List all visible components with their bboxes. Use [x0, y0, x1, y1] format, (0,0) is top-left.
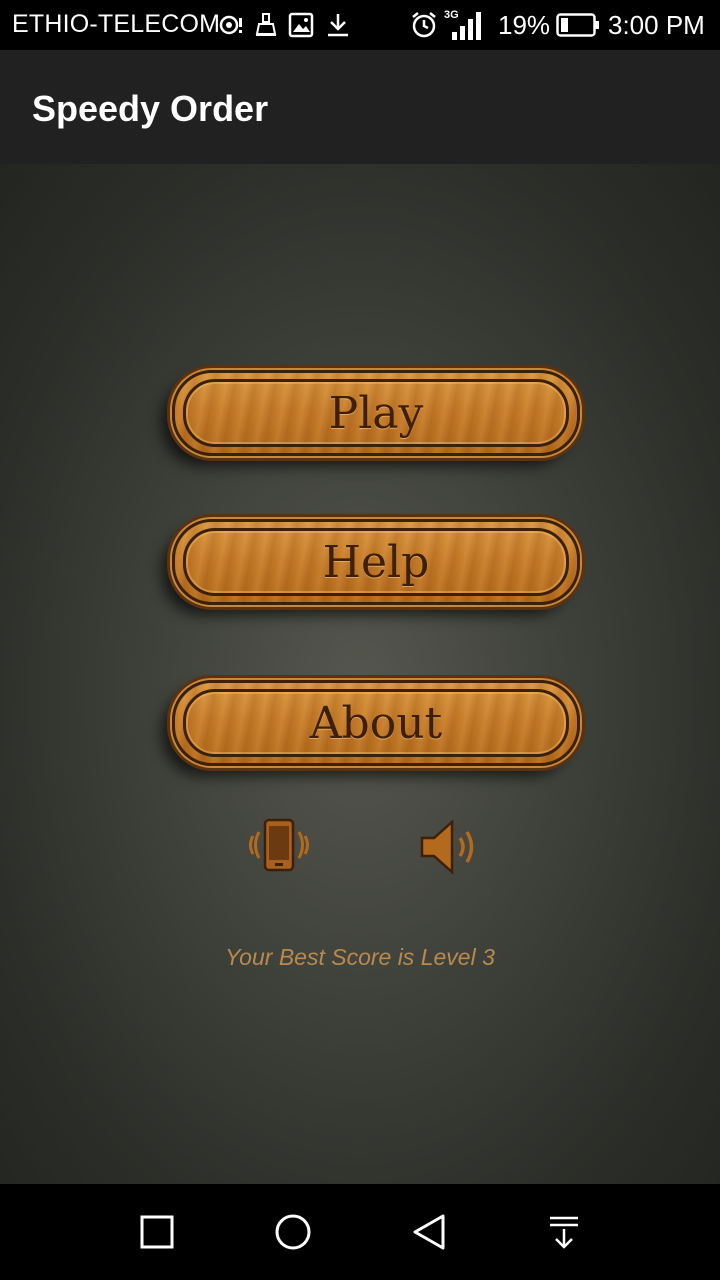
notification-pulldown-icon: [550, 1216, 578, 1249]
main-menu: Play Help About: [0, 164, 720, 1184]
about-button[interactable]: About: [172, 680, 580, 766]
help-button-label: Help: [322, 536, 430, 588]
home-icon: [275, 1214, 311, 1250]
image-icon: [288, 8, 314, 42]
best-score-text: Your Best Score is Level 3: [225, 944, 495, 970]
alarm-icon: [410, 8, 438, 42]
network-type: 3G: [444, 9, 459, 21]
vibration-toggle[interactable]: [246, 818, 312, 879]
notification-pulldown-button[interactable]: [534, 1202, 594, 1262]
carrier-name: ETHIO-TELECOM: [12, 10, 221, 38]
navigation-bar: [0, 1184, 720, 1280]
app-title: Speedy Order: [32, 88, 269, 129]
app-bar: Speedy Order: [0, 50, 720, 164]
play-button[interactable]: Play: [172, 370, 580, 456]
about-button-label: About: [309, 697, 443, 749]
recent-apps-button[interactable]: [127, 1202, 187, 1262]
battery-icon: [556, 8, 600, 42]
back-button[interactable]: [399, 1202, 459, 1262]
download-icon: [326, 8, 350, 42]
battery-percent: 19%: [498, 10, 551, 40]
home-button[interactable]: [263, 1202, 323, 1262]
back-icon: [413, 1214, 445, 1250]
sound-toggle[interactable]: [418, 818, 484, 881]
help-button[interactable]: Help: [172, 519, 580, 605]
vibration-icon: [249, 818, 309, 872]
notification-icon: [218, 8, 244, 42]
status-bar: ETHIO-TELECOM 3G 19% 3:00 PM: [0, 0, 720, 50]
cleaner-icon: [254, 8, 278, 42]
clock: 3:00 PM: [608, 10, 705, 40]
signal-icon: 3G: [444, 8, 484, 42]
speaker-icon: [420, 819, 474, 875]
play-button-label: Play: [328, 387, 424, 439]
recent-apps-icon: [140, 1215, 174, 1249]
